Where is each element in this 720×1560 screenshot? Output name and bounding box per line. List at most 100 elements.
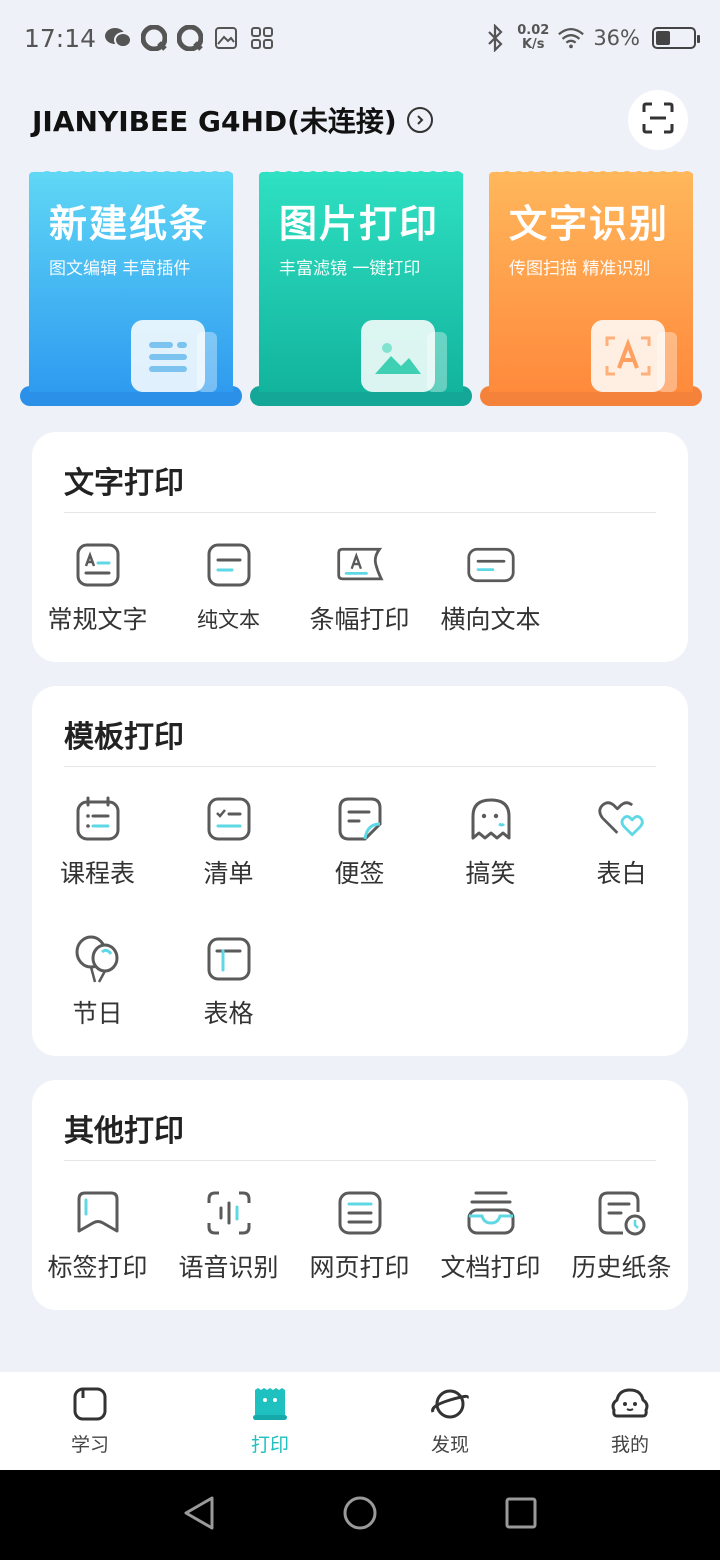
item-label: 表格 xyxy=(203,999,254,1028)
table-icon xyxy=(204,934,254,984)
qq-icon-2 xyxy=(176,24,204,52)
item-banner-print[interactable]: 条幅打印 xyxy=(294,540,425,636)
status-right: 0.02 K/s 36% xyxy=(481,24,700,52)
item-label: 纯文本 xyxy=(197,608,260,632)
card-title: 文字识别 xyxy=(509,202,670,246)
schedule-icon xyxy=(73,794,123,844)
ghost-icon xyxy=(466,794,516,844)
voice-icon xyxy=(204,1188,254,1238)
banner-print-icon xyxy=(335,540,385,590)
nav-discover[interactable]: 发现 xyxy=(360,1372,540,1470)
card-zigzag-edge xyxy=(489,171,693,178)
card-zigzag-edge xyxy=(29,171,233,178)
section-title: 文字打印 xyxy=(64,466,184,501)
item-checklist[interactable]: 清单 xyxy=(163,794,294,890)
card-zigzag-edge xyxy=(259,171,463,178)
nav-profile[interactable]: 我的 xyxy=(540,1372,720,1470)
card-new-note[interactable]: 新建纸条 图文编辑 丰富插件 xyxy=(20,168,242,408)
study-icon xyxy=(72,1386,108,1426)
card-image-print[interactable]: 图片打印 丰富滤镜 一键打印 xyxy=(250,168,472,408)
nav-label: 打印 xyxy=(250,1433,289,1456)
item-label: 搞笑 xyxy=(465,859,516,888)
item-label: 便签 xyxy=(334,859,385,888)
nav-label: 发现 xyxy=(430,1433,469,1456)
status-bar: 17:14 0.02 K/s 36% xyxy=(0,0,720,76)
item-history-notes[interactable]: 历史纸条 xyxy=(556,1188,687,1284)
home-icon[interactable] xyxy=(341,1494,379,1536)
card-subtitle: 传图扫描 精准识别 xyxy=(509,259,651,279)
card-body: 文字识别 传图扫描 精准识别 xyxy=(489,172,693,392)
print-icon xyxy=(251,1386,289,1426)
item-webpage-print[interactable]: 网页打印 xyxy=(294,1188,425,1284)
divider xyxy=(64,766,656,767)
card-body: 图片打印 丰富滤镜 一键打印 xyxy=(259,172,463,392)
status-left: 17:14 xyxy=(24,24,276,53)
back-icon[interactable] xyxy=(182,1495,216,1535)
item-confession[interactable]: 表白 xyxy=(556,794,687,890)
item-label: 标签打印 xyxy=(47,1253,148,1282)
gallery-icon xyxy=(212,24,240,52)
image-icon xyxy=(361,320,435,392)
chevron-right-icon xyxy=(406,107,433,133)
checklist-icon xyxy=(204,794,254,844)
ocr-icon xyxy=(591,320,665,392)
device-selector[interactable]: JIANYIBEE G4HD(未连接) xyxy=(32,100,433,140)
item-document-print[interactable]: 文档打印 xyxy=(425,1188,556,1284)
sticky-note-icon xyxy=(335,794,385,844)
hearts-icon xyxy=(597,794,647,844)
item-label: 条幅打印 xyxy=(309,605,410,634)
item-voice-recognition[interactable]: 语音识别 xyxy=(163,1188,294,1284)
section-title: 模板打印 xyxy=(64,720,184,755)
scan-button[interactable] xyxy=(628,90,688,150)
item-funny[interactable]: 搞笑 xyxy=(425,794,556,890)
divider xyxy=(64,1160,656,1161)
net-speed: 0.02 K/s xyxy=(517,24,549,52)
recents-icon[interactable] xyxy=(504,1496,538,1534)
wechat-icon xyxy=(104,24,133,52)
card-text-recognition[interactable]: 文字识别 传图扫描 精准识别 xyxy=(480,168,702,408)
item-label: 文档打印 xyxy=(440,1253,541,1282)
item-sticky-note[interactable]: 便签 xyxy=(294,794,425,890)
qq-icon xyxy=(140,24,168,52)
net-speed-unit: K/s xyxy=(521,37,545,52)
item-label: 清单 xyxy=(203,859,254,888)
item-label: 横向文本 xyxy=(440,605,541,634)
item-schedule[interactable]: 课程表 xyxy=(32,794,163,890)
scan-icon xyxy=(641,101,675,139)
clock: 17:14 xyxy=(24,23,97,53)
item-label: 节日 xyxy=(72,999,123,1028)
profile-icon xyxy=(609,1386,651,1426)
item-plain-text[interactable]: 纯文本 xyxy=(163,540,294,634)
item-label: 历史纸条 xyxy=(571,1253,672,1282)
item-holiday[interactable]: 节日 xyxy=(32,934,163,1030)
bluetooth-icon xyxy=(481,24,509,52)
section-text-print: 文字打印 常规文字 纯文本 条幅打印 横向文本 xyxy=(32,432,688,662)
system-nav-bar xyxy=(0,1470,720,1560)
item-regular-text[interactable]: 常规文字 xyxy=(32,540,163,636)
plain-text-icon xyxy=(204,540,254,590)
webpage-icon xyxy=(335,1188,385,1238)
item-label: 常规文字 xyxy=(47,605,148,634)
nav-print[interactable]: 打印 xyxy=(180,1372,360,1470)
nav-label: 我的 xyxy=(610,1433,649,1456)
nav-study[interactable]: 学习 xyxy=(0,1372,180,1470)
card-title: 新建纸条 xyxy=(49,202,210,246)
section-template-print: 模板打印 课程表 清单 便签 搞笑 表白 节日 表格 xyxy=(32,686,688,1056)
section-other-print: 其他打印 标签打印 语音识别 网页打印 文档打印 历史纸条 xyxy=(32,1080,688,1310)
item-horizontal-text[interactable]: 横向文本 xyxy=(425,540,556,636)
label-icon xyxy=(73,1188,123,1238)
item-table[interactable]: 表格 xyxy=(163,934,294,1030)
card-title: 图片打印 xyxy=(279,202,440,246)
battery-fill xyxy=(656,31,670,45)
battery-percent: 36% xyxy=(593,26,640,50)
balloons-icon xyxy=(73,934,123,984)
item-label-print[interactable]: 标签打印 xyxy=(32,1188,163,1284)
item-label: 网页打印 xyxy=(309,1253,410,1282)
item-label: 语音识别 xyxy=(178,1253,279,1282)
header: JIANYIBEE G4HD(未连接) xyxy=(32,88,688,152)
wifi-icon xyxy=(557,24,585,52)
card-body: 新建纸条 图文编辑 丰富插件 xyxy=(29,172,233,392)
card-subtitle: 丰富滤镜 一键打印 xyxy=(279,259,421,279)
history-icon xyxy=(597,1188,647,1238)
bottom-nav: 学习 打印 发现 我的 xyxy=(0,1372,720,1470)
